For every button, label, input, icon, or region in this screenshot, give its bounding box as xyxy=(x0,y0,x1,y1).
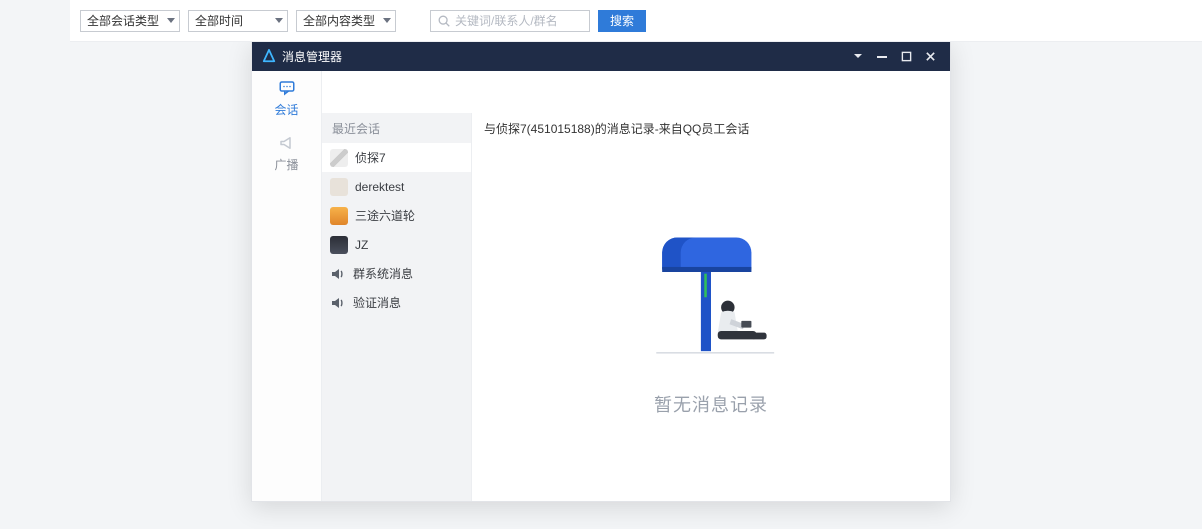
sidebar-nav: 会话 广播 xyxy=(252,71,322,501)
megaphone-icon xyxy=(277,134,297,152)
contact-name: 三途六道轮 xyxy=(355,207,415,224)
search-box[interactable] xyxy=(430,10,590,32)
avatar xyxy=(330,207,348,225)
app-window: 消息管理器 全部会话类型 全部时间 全部内容类型 xyxy=(251,40,951,502)
empty-mailbox-illustration xyxy=(626,208,796,371)
contact-item[interactable]: derektest xyxy=(322,172,471,201)
contact-item[interactable]: JZ xyxy=(322,230,471,259)
avatar xyxy=(330,178,348,196)
contact-item[interactable]: 验证消息 xyxy=(322,288,471,317)
search-input[interactable] xyxy=(455,14,610,28)
contact-list: 最近会话 侦探7 derektest 三途六道轮 JZ xyxy=(322,113,472,501)
contact-name: 群系统消息 xyxy=(353,265,413,282)
chat-icon xyxy=(277,79,297,97)
avatar xyxy=(330,236,348,254)
filter-session-type-label: 全部会话类型 xyxy=(87,12,159,29)
empty-state: 暂无消息记录 xyxy=(472,143,950,501)
contact-name: JZ xyxy=(355,238,368,252)
chevron-down-icon xyxy=(383,18,391,23)
app-logo-icon xyxy=(262,49,276,63)
filter-session-type[interactable]: 全部会话类型 xyxy=(80,10,180,32)
window-body: 全部会话类型 全部时间 全部内容类型 搜索 xyxy=(252,71,950,501)
nav-item-broadcast[interactable]: 广播 xyxy=(252,126,321,181)
window-maximize-button[interactable] xyxy=(894,41,918,71)
empty-state-text: 暂无消息记录 xyxy=(654,391,768,417)
avatar xyxy=(330,149,348,167)
contact-name: 侦探7 xyxy=(355,149,386,166)
speaker-icon xyxy=(330,266,346,282)
search-button[interactable]: 搜索 xyxy=(598,10,646,32)
window-minimize-button[interactable] xyxy=(870,41,894,71)
filter-content-type[interactable]: 全部内容类型 xyxy=(296,10,396,32)
contact-list-header: 最近会话 xyxy=(322,113,471,143)
filter-time[interactable]: 全部时间 xyxy=(188,10,288,32)
detail-title: 与侦探7(451015188)的消息记录-来自QQ员工会话 xyxy=(472,113,950,143)
nav-item-chat[interactable]: 会话 xyxy=(252,71,321,126)
window-title: 消息管理器 xyxy=(282,48,342,65)
nav-item-label: 广播 xyxy=(274,156,298,173)
contact-item[interactable]: 侦探7 xyxy=(322,143,471,172)
contact-name: derektest xyxy=(355,180,404,194)
window-menu-button[interactable] xyxy=(846,41,870,71)
nav-item-label: 会话 xyxy=(274,101,298,118)
window-close-button[interactable] xyxy=(918,41,942,71)
contact-name: 验证消息 xyxy=(353,294,401,311)
search-icon xyxy=(437,14,451,28)
filter-content-type-label: 全部内容类型 xyxy=(303,12,375,29)
filter-time-label: 全部时间 xyxy=(195,12,243,29)
chevron-down-icon xyxy=(167,18,175,23)
speaker-icon xyxy=(330,295,346,311)
message-detail-pane: 与侦探7(451015188)的消息记录-来自QQ员工会话 xyxy=(472,113,950,501)
contact-item[interactable]: 群系统消息 xyxy=(322,259,471,288)
toolbar: 全部会话类型 全部时间 全部内容类型 搜索 xyxy=(70,0,1202,42)
chevron-down-icon xyxy=(275,18,283,23)
titlebar[interactable]: 消息管理器 xyxy=(252,41,950,71)
contact-item[interactable]: 三途六道轮 xyxy=(322,201,471,230)
